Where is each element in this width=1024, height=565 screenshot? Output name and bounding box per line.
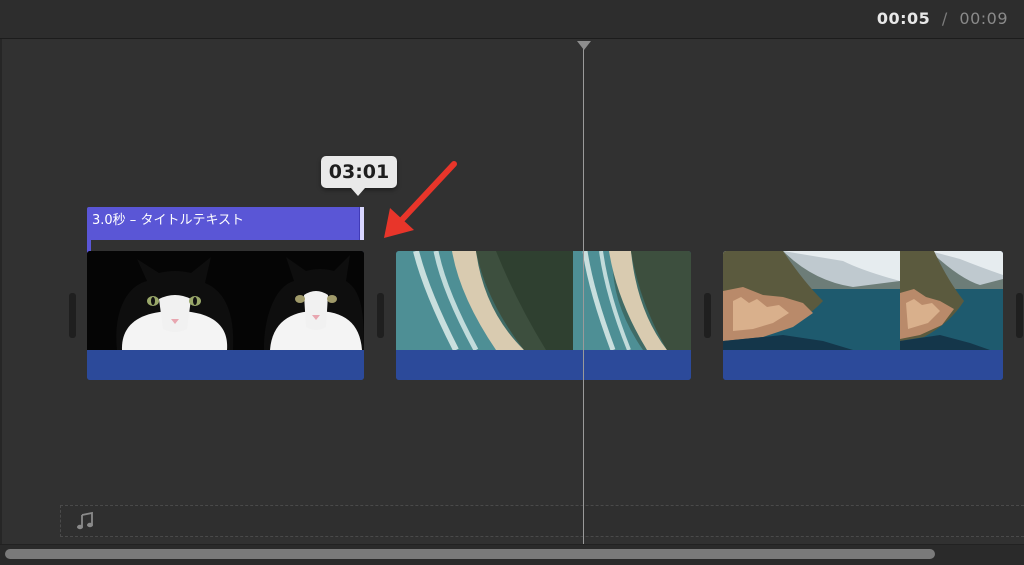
timecode-display: 00:05 / 00:09	[877, 9, 1008, 28]
title-clip-trim-handle[interactable]	[359, 207, 364, 240]
current-time: 00:05	[876, 9, 931, 28]
clip-audio-bar	[396, 350, 691, 380]
playhead-marker[interactable]	[577, 41, 591, 50]
clip-audio-bar	[723, 350, 1003, 380]
horizontal-scrollbar-thumb[interactable]	[5, 549, 935, 559]
clip-gap-handle[interactable]	[1016, 293, 1023, 338]
red-arrow-icon	[384, 161, 457, 238]
video-clip-cat[interactable]	[87, 251, 364, 380]
clip-gap-handle[interactable]	[704, 293, 711, 338]
audio-track[interactable]	[60, 505, 1024, 537]
total-time: 00:09	[959, 9, 1008, 28]
lake-town-thumbnail	[723, 251, 900, 350]
tooltip-tail	[351, 188, 365, 196]
title-clip-label: 3.0秒 – タイトルテキスト	[92, 213, 245, 228]
playhead-line[interactable]	[583, 46, 584, 544]
beach-thumbnail	[396, 251, 573, 350]
timecode-separator: /	[941, 9, 948, 28]
beach-thumbnail	[573, 251, 691, 350]
video-clip-lake-town[interactable]	[723, 251, 1003, 380]
cat-thumbnail	[87, 251, 264, 350]
top-bar: 00:05 / 00:09	[0, 0, 1024, 39]
clip-gap-handle[interactable]	[69, 293, 76, 338]
clip-gap-handle[interactable]	[377, 293, 384, 338]
cat-thumbnail	[264, 251, 364, 350]
title-clip[interactable]: 3.0秒 – タイトルテキスト	[87, 207, 364, 240]
lake-town-thumbnail	[900, 251, 1003, 350]
music-note-icon	[77, 511, 93, 530]
video-clip-beach[interactable]	[396, 251, 691, 380]
clip-audio-bar	[87, 350, 364, 380]
